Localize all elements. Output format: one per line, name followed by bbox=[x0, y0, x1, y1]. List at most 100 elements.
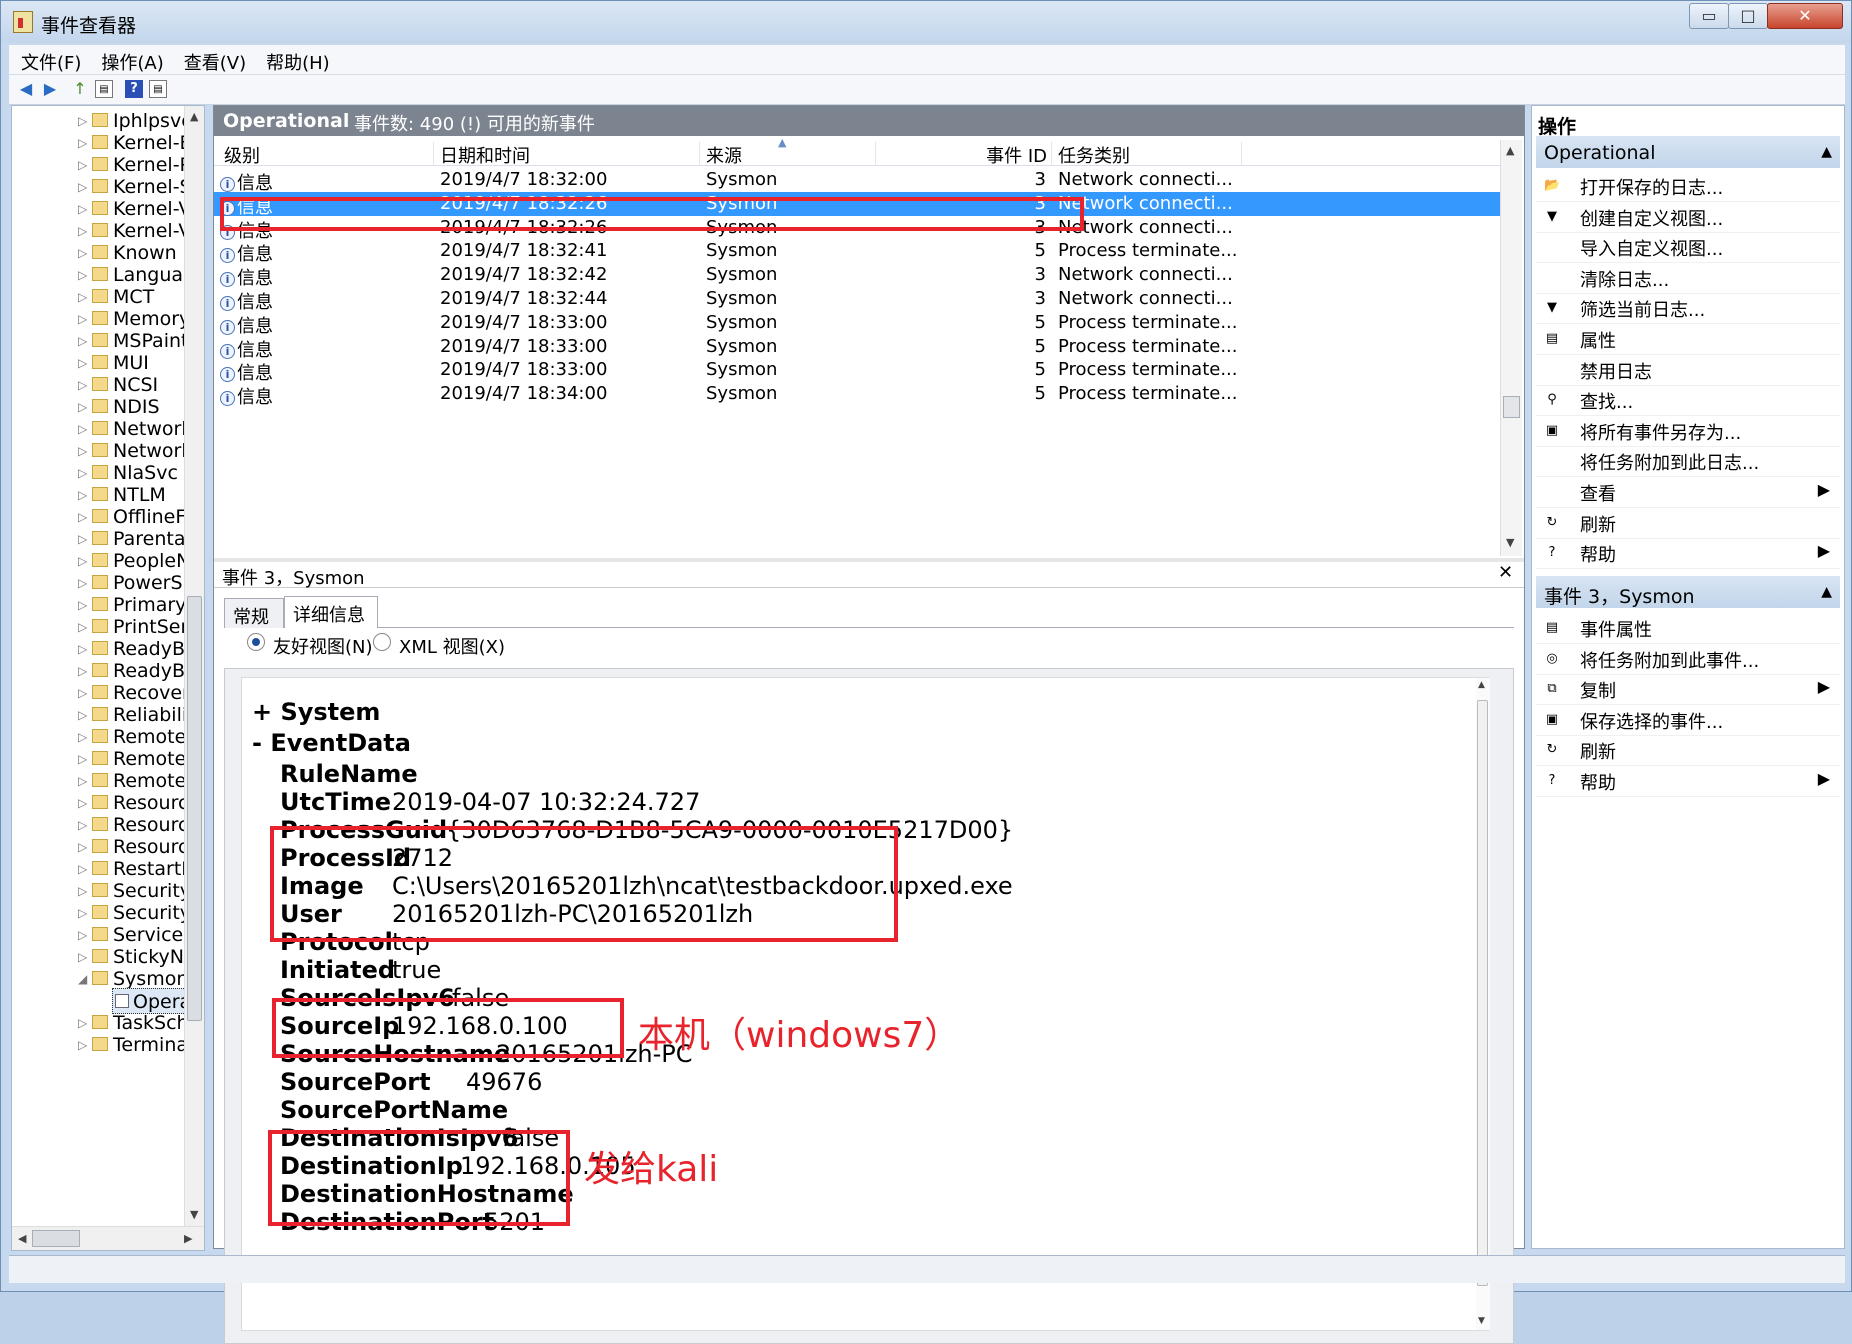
action-item[interactable]: ▤ 属性 bbox=[1536, 323, 1840, 355]
expand-arrow-icon[interactable]: ▷ bbox=[78, 598, 87, 612]
expand-arrow-icon[interactable]: ▷ bbox=[78, 686, 87, 700]
scroll-down-icon[interactable]: ▼ bbox=[1506, 536, 1514, 549]
tab-details[interactable]: 详细信息 bbox=[284, 596, 378, 628]
expand-arrow-icon[interactable]: ▷ bbox=[78, 730, 87, 744]
action-item[interactable]: ▤ 事件属性 bbox=[1536, 612, 1840, 644]
column-source[interactable]: 来源 bbox=[700, 142, 876, 167]
grid-scroll-thumb[interactable] bbox=[1503, 396, 1520, 418]
expand-arrow-icon[interactable]: ▷ bbox=[78, 906, 87, 920]
grid-vertical-scrollbar[interactable]: ▲ ▼ bbox=[1500, 140, 1522, 556]
tree-horizontal-scrollbar[interactable]: ◀ ▶ bbox=[12, 1226, 204, 1250]
expand-arrow-icon[interactable]: ▷ bbox=[78, 1038, 87, 1052]
scroll-left-icon[interactable]: ◀ bbox=[18, 1232, 26, 1245]
action-item[interactable]: ▼ 创建自定义视图... bbox=[1536, 201, 1840, 233]
system-node[interactable]: + System bbox=[252, 698, 380, 726]
expand-arrow-icon[interactable]: ▷ bbox=[78, 708, 87, 722]
detail-vertical-scrollbar[interactable]: ▲ ▼ bbox=[1476, 678, 1490, 1330]
tab-general[interactable]: 常规 bbox=[224, 598, 284, 628]
scroll-down-icon[interactable]: ▼ bbox=[190, 1208, 198, 1221]
expand-arrow-icon[interactable]: ▷ bbox=[78, 642, 87, 656]
expand-arrow-icon[interactable]: ▷ bbox=[78, 796, 87, 810]
action-item[interactable]: ↻ 刷新 bbox=[1536, 507, 1840, 539]
friendly-view-radio[interactable] bbox=[247, 633, 265, 651]
menu-file[interactable]: 文件(F) bbox=[9, 45, 89, 75]
action-item[interactable]: ▣ 保存选择的事件... bbox=[1536, 704, 1840, 736]
help-icon[interactable]: ? bbox=[125, 80, 143, 98]
actions-section-operational[interactable]: Operational ▲ bbox=[1536, 136, 1840, 168]
show-hide-actions-icon[interactable]: ▤ bbox=[149, 80, 167, 98]
tree-vertical-scrollbar[interactable]: ▲ ▼ bbox=[184, 106, 204, 1226]
expand-arrow-icon[interactable]: ▷ bbox=[78, 290, 87, 304]
expand-arrow-icon[interactable]: ▷ bbox=[78, 752, 87, 766]
expand-arrow-icon[interactable]: ▷ bbox=[78, 488, 87, 502]
expand-arrow-icon[interactable]: ▷ bbox=[78, 180, 87, 194]
expand-arrow-icon[interactable]: ▷ bbox=[78, 202, 87, 216]
scroll-up-icon[interactable]: ▲ bbox=[1478, 680, 1485, 690]
xml-view-radio[interactable] bbox=[373, 633, 391, 651]
column-task-category[interactable]: 任务类别 bbox=[1052, 142, 1242, 167]
actions-section-event[interactable]: 事件 3，Sysmon ▲ bbox=[1536, 576, 1840, 608]
expand-arrow-icon[interactable]: ▷ bbox=[78, 268, 87, 282]
expand-arrow-icon[interactable]: ▷ bbox=[78, 422, 87, 436]
expand-arrow-icon[interactable]: ▷ bbox=[78, 1016, 87, 1030]
scroll-right-icon[interactable]: ▶ bbox=[184, 1232, 192, 1245]
column-level[interactable]: 级别 bbox=[218, 142, 434, 167]
close-button[interactable]: ✕ bbox=[1767, 3, 1843, 29]
tree-hscroll-thumb[interactable] bbox=[32, 1230, 80, 1247]
column-date[interactable]: 日期和时间 ▲ bbox=[434, 136, 786, 167]
action-item[interactable]: 将任务附加到此日志... bbox=[1536, 445, 1840, 478]
expand-arrow-icon[interactable]: ▷ bbox=[78, 224, 87, 238]
table-row[interactable]: i 信息 2019/4/7 18:32:41 Sysmon 5 Process termi… bbox=[214, 239, 1500, 265]
action-item[interactable]: ◎ 将任务附加到此事件... bbox=[1536, 643, 1840, 675]
expand-arrow-icon[interactable]: ▷ bbox=[78, 818, 87, 832]
expand-arrow-icon[interactable]: ▷ bbox=[78, 840, 87, 854]
action-item[interactable]: ? 帮助 ▶ bbox=[1536, 765, 1840, 797]
action-item[interactable]: 清除日志... bbox=[1536, 262, 1840, 294]
expand-arrow-icon[interactable]: ▷ bbox=[78, 950, 87, 964]
expand-arrow-icon[interactable]: ▷ bbox=[78, 114, 87, 128]
scroll-up-icon[interactable]: ▲ bbox=[190, 110, 198, 123]
action-item[interactable]: ↻ 刷新 bbox=[1536, 734, 1840, 767]
expand-arrow-icon[interactable]: ▷ bbox=[78, 356, 87, 370]
expand-arrow-icon[interactable]: ▷ bbox=[78, 664, 87, 678]
scroll-up-icon[interactable]: ▲ bbox=[1506, 144, 1514, 157]
menu-view[interactable]: 查看(V) bbox=[172, 45, 254, 75]
expand-arrow-icon[interactable]: ▷ bbox=[78, 862, 87, 876]
expand-arrow-icon[interactable]: ▷ bbox=[78, 928, 87, 942]
expand-arrow-icon[interactable]: ▷ bbox=[78, 554, 87, 568]
show-hide-tree-icon[interactable]: ▤ bbox=[95, 80, 113, 98]
expanded-arrow-icon[interactable]: ◢ bbox=[78, 972, 87, 986]
table-row[interactable]: i 信息 2019/4/7 18:33:00 Sysmon 5 Process termi… bbox=[214, 311, 1500, 337]
expand-arrow-icon[interactable]: ▷ bbox=[78, 532, 87, 546]
minimize-button[interactable]: ▭ bbox=[1689, 3, 1729, 29]
expand-arrow-icon[interactable]: ▷ bbox=[78, 466, 87, 480]
expand-arrow-icon[interactable]: ▷ bbox=[78, 400, 87, 414]
scroll-down-icon[interactable]: ▼ bbox=[1478, 1316, 1485, 1326]
expand-arrow-icon[interactable]: ▷ bbox=[78, 246, 87, 260]
expand-arrow-icon[interactable]: ▷ bbox=[78, 444, 87, 458]
expand-arrow-icon[interactable]: ▷ bbox=[78, 158, 87, 172]
detail-close-icon[interactable]: ✕ bbox=[1498, 562, 1513, 583]
expand-arrow-icon[interactable]: ▷ bbox=[78, 136, 87, 150]
action-item[interactable]: 导入自定义视图... bbox=[1536, 231, 1840, 264]
table-row[interactable]: i 信息 2019/4/7 18:33:00 Sysmon 5 Process termi… bbox=[214, 335, 1500, 361]
table-row[interactable]: i 信息 2019/4/7 18:32:44 Sysmon 3 Network conne… bbox=[214, 287, 1500, 313]
action-item[interactable]: 禁用日志 bbox=[1536, 354, 1840, 386]
tree-scroll-thumb[interactable] bbox=[187, 596, 202, 1021]
expand-arrow-icon[interactable]: ▷ bbox=[78, 576, 87, 590]
expand-arrow-icon[interactable]: ▷ bbox=[78, 378, 87, 392]
expand-arrow-icon[interactable]: ▷ bbox=[78, 884, 87, 898]
tree-item[interactable]: ▷ Termina bbox=[12, 1032, 184, 1058]
forward-arrow-icon[interactable]: ▶ bbox=[41, 80, 59, 98]
tree-item-operational[interactable]: Opera bbox=[112, 988, 192, 1014]
table-row[interactable]: i 信息 2019/4/7 18:32:42 Sysmon 3 Network conne… bbox=[214, 263, 1500, 289]
expand-arrow-icon[interactable]: ▷ bbox=[78, 620, 87, 634]
action-item[interactable]: ▼ 筛选当前日志... bbox=[1536, 292, 1840, 325]
table-row[interactable]: i 信息 2019/4/7 18:34:00 Sysmon 5 Process termi… bbox=[214, 382, 1500, 408]
column-event-id[interactable]: 事件 ID bbox=[876, 142, 1052, 167]
action-item[interactable]: ? 帮助 ▶ bbox=[1536, 537, 1840, 570]
eventdata-node[interactable]: - EventData bbox=[252, 729, 411, 757]
back-arrow-icon[interactable]: ◀ bbox=[17, 80, 35, 98]
action-item[interactable]: ⧉ 复制 ▶ bbox=[1536, 673, 1840, 706]
action-item[interactable]: ⚲ 查找... bbox=[1536, 384, 1840, 417]
